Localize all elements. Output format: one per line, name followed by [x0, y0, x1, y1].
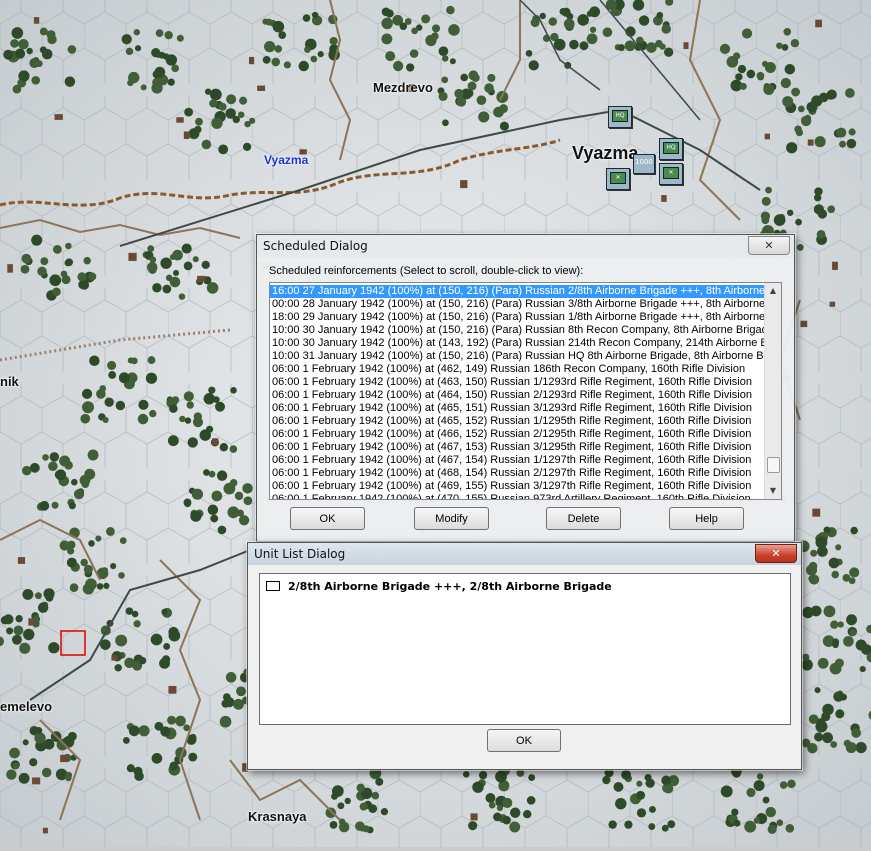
list-item[interactable]: 06:00 1 February 1942 (100%) at (465, 15… [270, 415, 764, 428]
reinforcements-list[interactable]: 16:00 27 January 1942 (100%) at (150, 21… [269, 282, 782, 500]
map-label-krasnaya: Krasnaya [248, 809, 307, 824]
scroll-up-icon[interactable]: ▲ [765, 283, 781, 299]
paratrooper-unit-icon [266, 581, 280, 591]
scroll-down-icon[interactable]: ▼ [765, 483, 781, 499]
unit-list-item[interactable]: 2/8th Airborne Brigade +++, 2/8th Airbor… [266, 580, 612, 593]
scheduled-dialog-titlebar[interactable]: Scheduled Dialog [257, 235, 794, 257]
unit-list-dialog-title: Unit List Dialog [254, 547, 346, 561]
unit-list-dialog-titlebar[interactable]: Unit List Dialog [248, 543, 801, 565]
infantry-unit-icon: ✕ [610, 172, 626, 184]
list-scrollbar[interactable]: ▲ ▼ [764, 283, 781, 499]
scroll-thumb[interactable] [767, 457, 780, 473]
unit-counter-artillery[interactable]: 1000 [633, 154, 655, 174]
close-icon[interactable]: ✕ [748, 236, 790, 255]
infantry-unit-icon: ✕ [663, 167, 679, 179]
map-label-mezdrevo: Mezdrevo [373, 80, 433, 95]
reinforcements-rows: 16:00 27 January 1942 (100%) at (150, 21… [270, 285, 781, 499]
list-item[interactable]: 06:00 1 February 1942 (100%) at (470, 15… [270, 493, 764, 499]
ok-button[interactable]: OK [290, 507, 365, 530]
map-label-nik: nik [0, 374, 19, 389]
hq-unit-icon: HQ [612, 110, 628, 122]
unit-counter-hq-1[interactable]: HQ [608, 106, 632, 128]
list-item[interactable]: 16:00 27 January 1942 (100%) at (150, 21… [270, 285, 781, 298]
unit-name: 2/8th Airborne Brigade +++, 2/8th Airbor… [288, 580, 612, 593]
unit-counter-hq-2[interactable]: HQ [659, 138, 683, 160]
list-item[interactable]: 18:00 29 January 1942 (100%) at (150, 21… [270, 311, 781, 324]
close-icon[interactable]: ✕ [755, 544, 797, 563]
map-label-emelevo: emelevo [0, 699, 53, 714]
modify-button[interactable]: Modify [414, 507, 489, 530]
counter-strength: 1000 [635, 158, 653, 166]
list-item[interactable]: 10:00 31 January 1942 (100%) at (150, 21… [270, 350, 781, 363]
list-item[interactable]: 06:00 1 February 1942 (100%) at (467, 15… [270, 441, 764, 454]
scheduled-reinforcements-label: Scheduled reinforcements (Select to scro… [269, 265, 584, 277]
map-label-vyazma-city: Vyazma [572, 143, 639, 163]
unit-list-ok-button[interactable]: OK [487, 729, 561, 752]
list-item[interactable]: 10:00 30 January 1942 (100%) at (143, 19… [270, 337, 781, 350]
unit-list-dialog: Unit List Dialog ✕ 2/8th Airborne Brigad… [247, 542, 802, 770]
map-label-vyazma-region: Vyazma [264, 153, 309, 167]
list-item[interactable]: 06:00 1 February 1942 (100%) at (468, 15… [270, 467, 764, 480]
list-item[interactable]: 06:00 1 February 1942 (100%) at (462, 14… [270, 363, 764, 376]
delete-button[interactable]: Delete [546, 507, 621, 530]
list-item[interactable]: 06:00 1 February 1942 (100%) at (463, 15… [270, 376, 764, 389]
scheduled-dialog: Scheduled Dialog ✕ Scheduled reinforceme… [256, 234, 795, 542]
unit-counter-infantry-1[interactable]: ✕ [606, 168, 630, 190]
list-item[interactable]: 06:00 1 February 1942 (100%) at (467, 15… [270, 454, 764, 467]
list-item[interactable]: 00:00 28 January 1942 (100%) at (150, 21… [270, 298, 781, 311]
list-item[interactable]: 06:00 1 February 1942 (100%) at (464, 15… [270, 389, 764, 402]
list-item[interactable]: 10:00 30 January 1942 (100%) at (150, 21… [270, 324, 774, 337]
unit-counter-infantry-2[interactable]: ✕ [659, 163, 683, 185]
unit-list[interactable]: 2/8th Airborne Brigade +++, 2/8th Airbor… [259, 573, 791, 725]
hq-unit-icon: HQ [663, 142, 679, 154]
list-item[interactable]: 06:00 1 February 1942 (100%) at (469, 15… [270, 480, 764, 493]
list-item[interactable]: 06:00 1 February 1942 (100%) at (465, 15… [270, 402, 764, 415]
list-item[interactable]: 06:00 1 February 1942 (100%) at (466, 15… [270, 428, 764, 441]
help-button[interactable]: Help [669, 507, 744, 530]
scheduled-dialog-title: Scheduled Dialog [263, 239, 368, 253]
